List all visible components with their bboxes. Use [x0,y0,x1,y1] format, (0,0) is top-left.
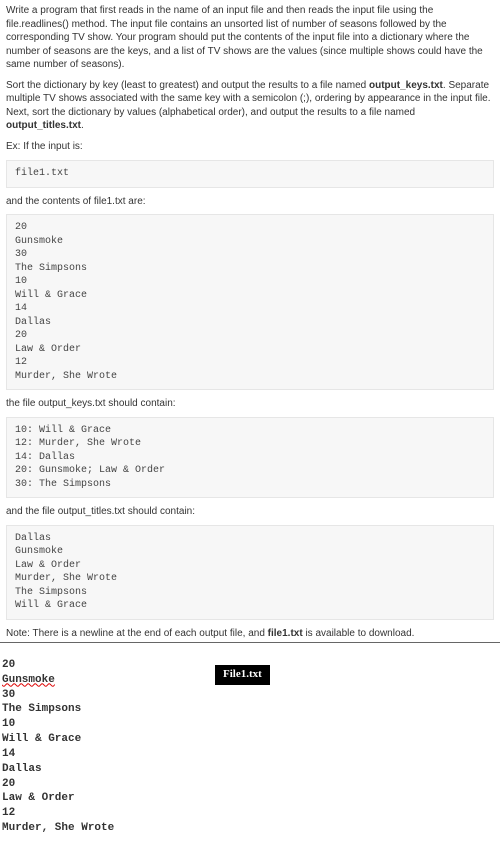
file-chip[interactable]: File1.txt [215,665,270,685]
paragraph-sort: Sort the dictionary by key (least to gre… [6,79,494,133]
caption-output-titles: and the file output_titles.txt should co… [6,505,494,519]
code-file-contents: 20 Gunsmoke 30 The Simpsons 10 Will & Gr… [6,214,494,390]
raw-line: 12 [2,807,15,819]
raw-line: Will & Grace [2,733,81,745]
raw-line: 20 [2,778,15,790]
raw-line-misspelled: Gunsmoke [2,674,55,686]
editor-pasted-block[interactable]: 20 Gunsmoke 30 The Simpsons 10 Will & Gr… [0,643,500,851]
code-input-filename: file1.txt [6,160,494,188]
code-output-titles: Dallas Gunsmoke Law & Order Murder, She … [6,525,494,620]
note-c: is available to download. [303,628,415,639]
note-a: Note: There is a newline at the end of e… [6,628,268,639]
raw-line: Law & Order [2,792,75,804]
raw-line: 30 [2,689,15,701]
raw-line: 14 [2,748,15,760]
filename-output-keys: output_keys.txt [369,80,443,91]
raw-line: Dallas [2,763,42,775]
note-filename: file1.txt [268,628,303,639]
raw-line: 10 [2,718,15,730]
raw-line: 20 [2,659,15,671]
sort-text-e: . [81,120,84,131]
example-label: Ex: If the input is: [6,140,494,154]
filename-output-titles: output_titles.txt [6,120,81,131]
instructions-area: Write a program that first reads in the … [0,0,500,640]
raw-line: The Simpsons [2,703,81,715]
sort-text-a: Sort the dictionary by key (least to gre… [6,80,369,91]
paragraph-intro: Write a program that first reads in the … [6,4,494,72]
caption-output-keys: the file output_keys.txt should contain: [6,397,494,411]
raw-line: Murder, She Wrote [2,822,114,834]
caption-file-contents: and the contents of file1.txt are: [6,195,494,209]
intro-text: Write a program that first reads in the … [6,5,483,70]
code-output-keys: 10: Will & Grace 12: Murder, She Wrote 1… [6,417,494,499]
